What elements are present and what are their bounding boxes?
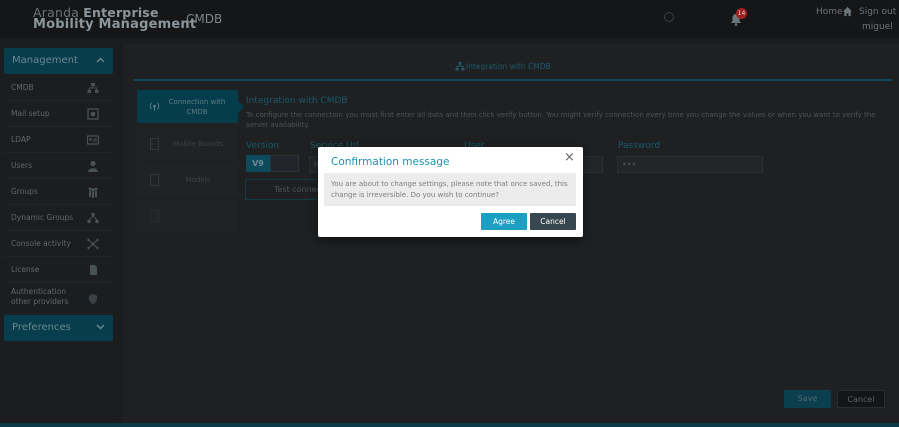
phone-icon xyxy=(150,138,159,150)
vtab-label: Mobile Brands xyxy=(173,140,223,148)
vtab-connection-cmdb[interactable]: Connection with CMDB xyxy=(137,90,244,123)
mail-settings-icon xyxy=(87,108,99,120)
vtab-empty xyxy=(137,200,238,232)
tab-integration-cmdb[interactable]: Integration with CMDB xyxy=(466,62,551,71)
home-icon[interactable] xyxy=(842,6,853,17)
cancel-main-button[interactable]: Cancel xyxy=(837,390,885,408)
signal-icon xyxy=(149,102,160,111)
sidebar-item-label: Dynamic Groups xyxy=(11,213,74,222)
sidebar-preferences-header[interactable]: Preferences xyxy=(4,315,113,341)
placeholder-icon xyxy=(150,210,159,222)
close-icon[interactable]: × xyxy=(564,150,575,165)
password-value: ••• xyxy=(622,160,637,169)
top-header: Aranda Enterprise Mobility Management CM… xyxy=(0,0,899,38)
section-description: To configure the connection you must fir… xyxy=(246,111,876,129)
sidebar-item-label: LDAP xyxy=(11,135,31,144)
sidebar-item-groups[interactable]: Groups xyxy=(4,179,113,205)
sidebar-item-label: Console activity xyxy=(11,239,71,248)
sidebar-item-label: Authentication other providers xyxy=(11,287,69,306)
modal-message-box: You are about to change settings, please… xyxy=(324,173,576,206)
confirmation-modal: Confirmation message × You are about to … xyxy=(318,147,583,237)
logo-subtitle: Mobility Management xyxy=(33,17,197,32)
sidebar-item-label: Mail setup xyxy=(11,109,50,118)
sidebar-item-dynamic-groups[interactable]: Dynamic Groups xyxy=(4,205,113,231)
sidebar-item-label: CMDB xyxy=(11,83,34,92)
cancel-button[interactable]: Cancel xyxy=(530,213,576,230)
sidebar-item-label: Users xyxy=(11,161,33,170)
activity-icon xyxy=(87,238,99,250)
group-icon xyxy=(88,187,98,198)
sitemap-icon xyxy=(455,62,465,71)
version-label: Version xyxy=(246,141,280,151)
sidebar-item-users[interactable]: Users xyxy=(4,153,113,179)
vtab-mobile-brands[interactable]: Mobile Brands xyxy=(137,128,238,161)
tab-underline xyxy=(134,79,892,81)
status-indicator-icon xyxy=(664,12,674,22)
sign-out-link[interactable]: Sign out xyxy=(859,7,896,17)
tablet-icon xyxy=(150,174,159,186)
sidebar-management-label: Management xyxy=(12,55,78,66)
id-card-icon xyxy=(87,135,99,145)
sidebar-item-console-activity[interactable]: Console activity xyxy=(4,231,113,257)
vtab-models[interactable]: Models xyxy=(137,164,238,197)
sidebar-preferences-label: Preferences xyxy=(12,322,71,333)
chevron-down-icon xyxy=(96,324,105,330)
modal-message: You are about to change settings, please… xyxy=(331,180,568,199)
vtab-label: Models xyxy=(185,176,211,184)
home-link[interactable]: Home xyxy=(816,7,843,17)
sidebar-item-label: License xyxy=(11,265,40,274)
agree-button[interactable]: Agree xyxy=(481,213,527,230)
page-title: CMDB xyxy=(186,12,223,26)
footer-bar xyxy=(0,423,899,427)
modal-title: Confirmation message xyxy=(331,156,450,168)
save-button[interactable]: Save xyxy=(784,390,831,408)
version-other-toggle[interactable] xyxy=(270,155,299,172)
sidebar-item-license[interactable]: License xyxy=(4,257,113,283)
vtab-label: Connection with CMDB xyxy=(168,98,226,116)
sidebar-item-mail-setup[interactable]: Mail setup xyxy=(4,101,113,127)
section-title: Integration with CMDB xyxy=(246,96,348,106)
chevron-up-icon xyxy=(96,57,105,63)
shield-icon xyxy=(89,294,97,305)
sidebar-item-cmdb[interactable]: CMDB xyxy=(4,75,113,101)
notification-badge: 14 xyxy=(736,8,747,19)
network-icon xyxy=(87,212,99,224)
user-icon xyxy=(88,160,98,172)
sidebar-item-label: Groups xyxy=(11,187,38,196)
license-icon xyxy=(90,265,97,275)
sidebar-management-header[interactable]: Management xyxy=(4,48,113,74)
password-input[interactable]: ••• xyxy=(617,156,763,173)
sidebar-item-ldap[interactable]: LDAP xyxy=(4,127,113,153)
sidebar-item-authentication[interactable]: Authentication other providers xyxy=(4,283,113,314)
user-name: miguel xyxy=(862,22,893,32)
version-v9-toggle[interactable]: V9 xyxy=(246,155,270,172)
password-label: Password xyxy=(618,141,661,151)
sitemap-icon xyxy=(87,83,99,93)
